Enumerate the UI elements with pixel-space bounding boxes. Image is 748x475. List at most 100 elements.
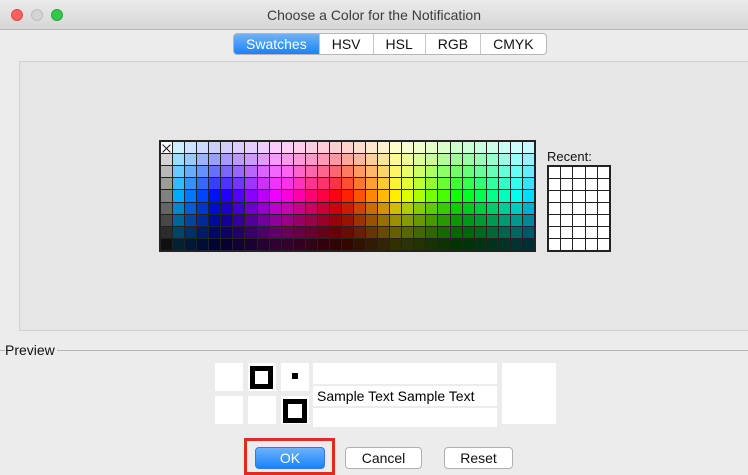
recent-swatch[interactable] bbox=[597, 215, 609, 226]
color-swatch[interactable] bbox=[462, 202, 474, 214]
color-swatch[interactable] bbox=[305, 154, 317, 166]
color-swatch[interactable] bbox=[522, 226, 534, 238]
color-swatch[interactable] bbox=[474, 154, 486, 166]
color-swatch[interactable] bbox=[317, 154, 329, 166]
color-swatch[interactable] bbox=[245, 238, 257, 250]
color-swatch[interactable] bbox=[450, 214, 462, 226]
color-swatch[interactable] bbox=[209, 190, 221, 202]
color-swatch[interactable] bbox=[438, 154, 450, 166]
color-swatch[interactable] bbox=[474, 142, 486, 154]
color-swatch[interactable] bbox=[245, 202, 257, 214]
color-swatch[interactable] bbox=[245, 178, 257, 190]
color-swatch[interactable] bbox=[233, 178, 245, 190]
recent-swatch[interactable] bbox=[573, 191, 585, 202]
color-swatch[interactable] bbox=[486, 226, 498, 238]
color-swatch[interactable] bbox=[173, 166, 185, 178]
color-swatch[interactable] bbox=[305, 226, 317, 238]
color-swatch[interactable] bbox=[269, 142, 281, 154]
recent-swatch-grid[interactable] bbox=[547, 165, 611, 252]
color-swatch[interactable] bbox=[257, 238, 269, 250]
color-swatch[interactable] bbox=[354, 178, 366, 190]
color-swatch[interactable] bbox=[317, 190, 329, 202]
color-swatch[interactable] bbox=[426, 166, 438, 178]
color-swatch[interactable] bbox=[474, 166, 486, 178]
color-swatch[interactable] bbox=[293, 166, 305, 178]
color-swatch[interactable] bbox=[233, 226, 245, 238]
color-swatch[interactable] bbox=[221, 226, 233, 238]
color-swatch[interactable] bbox=[390, 214, 402, 226]
recent-swatch[interactable] bbox=[573, 179, 585, 190]
color-swatch[interactable] bbox=[450, 178, 462, 190]
color-swatch[interactable] bbox=[510, 226, 522, 238]
color-swatch[interactable] bbox=[366, 226, 378, 238]
color-swatch[interactable] bbox=[498, 226, 510, 238]
color-swatch[interactable] bbox=[510, 154, 522, 166]
tab-swatches[interactable]: Swatches bbox=[234, 34, 320, 54]
color-swatch[interactable] bbox=[221, 214, 233, 226]
color-swatch[interactable] bbox=[185, 142, 197, 154]
color-swatch[interactable] bbox=[390, 238, 402, 250]
color-swatch[interactable] bbox=[402, 238, 414, 250]
color-swatch[interactable] bbox=[257, 142, 269, 154]
color-swatch[interactable] bbox=[390, 142, 402, 154]
color-swatch[interactable] bbox=[426, 178, 438, 190]
color-swatch[interactable] bbox=[486, 214, 498, 226]
recent-swatch[interactable] bbox=[597, 167, 609, 178]
color-swatch[interactable] bbox=[378, 178, 390, 190]
color-swatch[interactable] bbox=[354, 214, 366, 226]
color-swatch[interactable] bbox=[281, 238, 293, 250]
color-swatch[interactable] bbox=[161, 214, 173, 226]
color-swatch[interactable] bbox=[233, 190, 245, 202]
color-swatch[interactable] bbox=[197, 238, 209, 250]
color-swatch[interactable] bbox=[414, 178, 426, 190]
color-swatch[interactable] bbox=[257, 178, 269, 190]
recent-swatch[interactable] bbox=[597, 227, 609, 238]
color-swatch[interactable] bbox=[173, 154, 185, 166]
recent-swatch[interactable] bbox=[585, 191, 597, 202]
color-swatch[interactable] bbox=[390, 202, 402, 214]
color-swatch[interactable] bbox=[245, 226, 257, 238]
recent-swatch[interactable] bbox=[585, 215, 597, 226]
recent-swatch[interactable] bbox=[573, 239, 585, 250]
color-swatch[interactable] bbox=[522, 142, 534, 154]
color-swatch[interactable] bbox=[209, 226, 221, 238]
color-swatch[interactable] bbox=[366, 166, 378, 178]
color-swatch[interactable] bbox=[209, 214, 221, 226]
color-swatch[interactable] bbox=[426, 202, 438, 214]
recent-swatch[interactable] bbox=[561, 239, 573, 250]
color-swatch[interactable] bbox=[354, 226, 366, 238]
color-swatch[interactable] bbox=[462, 238, 474, 250]
color-swatch[interactable] bbox=[197, 142, 209, 154]
color-swatch[interactable] bbox=[438, 142, 450, 154]
color-swatch[interactable] bbox=[414, 166, 426, 178]
color-swatch[interactable] bbox=[173, 142, 185, 154]
color-swatch[interactable] bbox=[245, 154, 257, 166]
color-swatch[interactable] bbox=[438, 238, 450, 250]
recent-swatch[interactable] bbox=[597, 239, 609, 250]
color-swatch[interactable] bbox=[341, 226, 354, 238]
color-swatch[interactable] bbox=[354, 238, 366, 250]
color-swatch[interactable] bbox=[378, 226, 390, 238]
color-swatch[interactable] bbox=[329, 190, 341, 202]
color-swatch[interactable] bbox=[450, 202, 462, 214]
color-swatch[interactable] bbox=[269, 190, 281, 202]
color-swatch[interactable] bbox=[209, 202, 221, 214]
color-swatch[interactable] bbox=[233, 202, 245, 214]
color-swatch[interactable] bbox=[305, 142, 317, 154]
color-swatch[interactable] bbox=[474, 238, 486, 250]
color-swatch[interactable] bbox=[354, 154, 366, 166]
color-swatch[interactable] bbox=[414, 202, 426, 214]
color-swatch[interactable] bbox=[522, 238, 534, 250]
color-swatch[interactable] bbox=[329, 154, 341, 166]
color-swatch[interactable] bbox=[185, 154, 197, 166]
color-swatch[interactable] bbox=[522, 214, 534, 226]
color-swatch[interactable] bbox=[498, 190, 510, 202]
color-swatch[interactable] bbox=[221, 166, 233, 178]
color-swatch[interactable] bbox=[221, 178, 233, 190]
color-swatch[interactable] bbox=[486, 142, 498, 154]
color-swatch[interactable] bbox=[197, 226, 209, 238]
color-swatch[interactable] bbox=[366, 190, 378, 202]
color-swatch[interactable] bbox=[209, 154, 221, 166]
color-swatch[interactable] bbox=[486, 178, 498, 190]
color-swatch[interactable] bbox=[498, 154, 510, 166]
